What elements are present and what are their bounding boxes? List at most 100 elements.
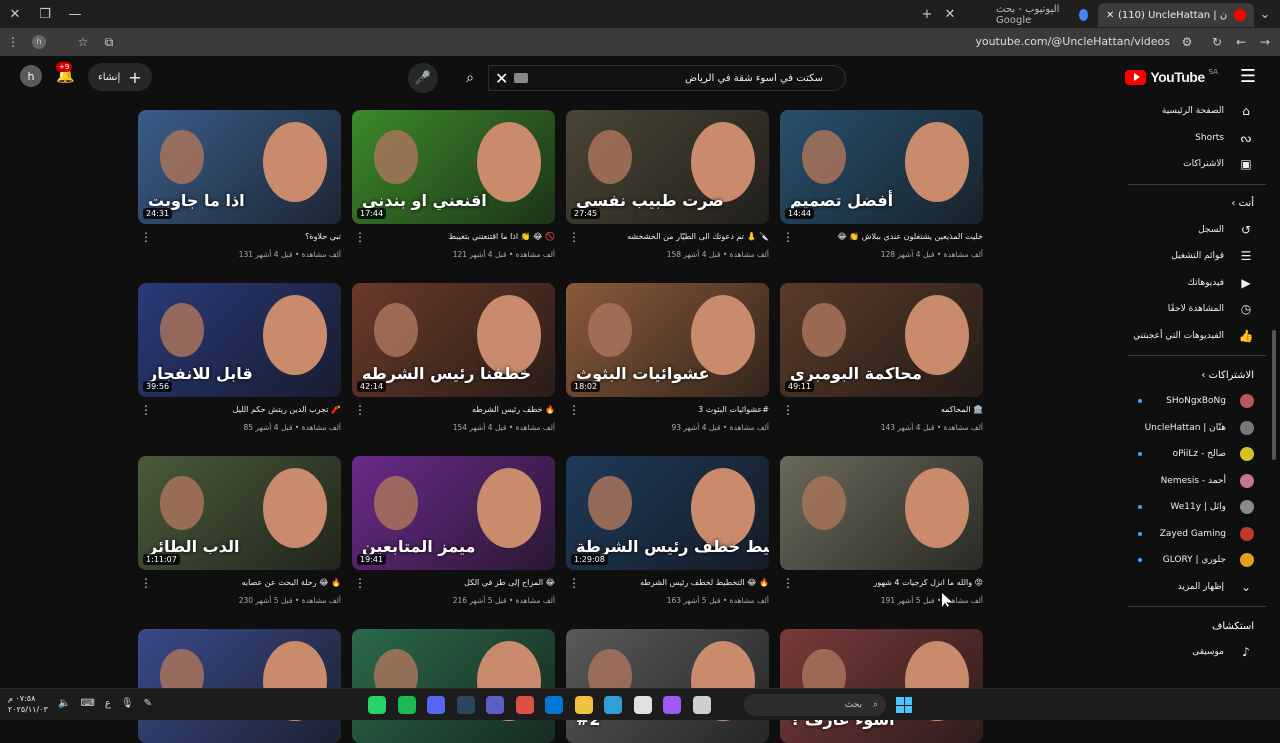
menu-dots-icon[interactable]: ⋮ — [0, 28, 26, 56]
video-thumbnail[interactable]: اقنعني او بندني 17:44 — [352, 110, 555, 224]
sidebar-item[interactable]: GLORY | جلوري — [1118, 547, 1280, 574]
site-settings-icon[interactable]: ⚙ — [1174, 28, 1200, 56]
sidebar-item[interactable]: الصفحة الرئيسية ⌂ — [1118, 98, 1280, 125]
video-thumbnail[interactable]: قابل للانفجار 39:56 — [138, 283, 341, 397]
sidebar-item[interactable]: oPiiLz - صالح — [1118, 441, 1280, 468]
video-title[interactable]: تم دعوتك الى الطيّار من الخشخشه 👃 🔪 — [581, 232, 769, 241]
video-thumbnail[interactable] — [138, 629, 341, 743]
keyboard-icon[interactable] — [514, 73, 529, 83]
taskbar-search[interactable]: بحث ⌕ — [744, 694, 886, 716]
sidebar-item[interactable]: We11y | وائل — [1118, 494, 1280, 521]
video-title[interactable]: والله ما انزل كرجيات 4 شهور 😡 — [795, 578, 983, 587]
video-title[interactable]: المحاكمه 🏛️ — [795, 405, 983, 414]
more-options-icon[interactable]: ⋮ — [354, 231, 366, 243]
video-card[interactable]: #2 — [566, 629, 769, 743]
create-button[interactable]: إنشاء + — [88, 63, 152, 91]
outlook-icon[interactable] — [545, 696, 563, 714]
mic-icon[interactable]: 🎙 — [121, 698, 134, 709]
video-title[interactable]: رحلة البحث عن عصابه 😂 🔥 — [153, 578, 341, 587]
page-scrollbar[interactable] — [1272, 330, 1276, 460]
close-window-icon[interactable]: ✕ — [0, 0, 30, 28]
volume-icon[interactable]: 🔈 — [58, 698, 70, 709]
steam-icon[interactable] — [456, 696, 475, 714]
more-options-icon[interactable]: ⋮ — [782, 577, 794, 589]
sidebar-item[interactable]: قوائم التشغيل ☰ — [1118, 243, 1280, 270]
more-options-icon[interactable]: ⋮ — [568, 404, 580, 416]
close-tab-icon[interactable]: ✕ — [935, 0, 965, 28]
video-card[interactable]: عشوائيات البثوث 18:02 عشوائيات البثوث 3# 93… — [566, 283, 769, 432]
spotify-icon[interactable] — [397, 696, 416, 714]
sidebar-item[interactable]: Zayed Gaming — [1118, 521, 1280, 548]
edge-icon[interactable] — [604, 696, 622, 714]
whatsapp-icon[interactable] — [368, 696, 386, 714]
youtube-logo[interactable]: YouTube SA — [1125, 68, 1218, 85]
network-icon[interactable]: ⌨ — [80, 698, 94, 709]
forward-icon[interactable]: → — [1252, 28, 1278, 56]
chrome-icon[interactable] — [515, 696, 534, 714]
video-title[interactable]: تجرب الدين ريتش حكم الليل 🧨 — [153, 405, 341, 414]
bookmark-star-icon[interactable]: ☆ — [70, 28, 96, 56]
more-options-icon[interactable]: ⋮ — [140, 577, 152, 589]
extensions-icon[interactable]: ⧉ — [96, 28, 122, 56]
video-thumbnail[interactable]: الدب الطائر 1:11:07 — [138, 456, 341, 570]
hamburger-menu-icon[interactable]: ☰ — [1240, 66, 1256, 87]
sidebar-item[interactable]: إظهار المزيد ⌄ — [1118, 574, 1280, 601]
more-options-icon[interactable]: ⋮ — [140, 404, 152, 416]
video-card[interactable]: والله ما انزل كرجيات 4 شهور 😡 191 ألف مشا… — [780, 456, 983, 605]
video-thumbnail[interactable]: اذا ما جاوبت 24:31 — [138, 110, 341, 224]
sidebar-item[interactable]: فيديوهاتك ▶ — [1118, 270, 1280, 297]
close-tab-icon[interactable]: ✕ — [1106, 10, 1114, 21]
avatar[interactable]: h — [20, 65, 42, 87]
video-title[interactable]: تبي حلاوة؟ — [153, 232, 341, 241]
video-title[interactable]: التخطيط لخطف رئيس الشرطه 😂 🔥 — [581, 578, 769, 587]
profile-icon[interactable]: h — [26, 28, 52, 56]
taskbar-clock[interactable]: ٠٧:٥٨ م ٢٠٢٥/١١/٠٣ — [8, 693, 48, 715]
video-thumbnail[interactable]: #2 — [566, 629, 769, 743]
sidebar-item[interactable]: موسيقى ♪ — [1118, 639, 1280, 666]
video-title[interactable]: خطف رئيس الشرطه 🔥 — [367, 405, 555, 414]
store-icon[interactable] — [633, 696, 652, 714]
app-icon[interactable] — [692, 696, 711, 714]
sidebar-subscriptions-header[interactable]: ‹ الاشتراكات — [1118, 362, 1280, 388]
reload-icon[interactable]: ↻ — [1204, 28, 1230, 56]
teams-icon[interactable] — [486, 696, 504, 714]
video-card[interactable] — [138, 629, 341, 743]
minimize-window-icon[interactable]: — — [60, 0, 90, 28]
sidebar-item[interactable]: Nemesis - أحمد — [1118, 468, 1280, 495]
explorer-icon[interactable] — [574, 696, 593, 714]
back-icon[interactable]: ← — [1228, 28, 1254, 56]
search-button[interactable]: ⌕ — [452, 65, 488, 91]
video-card[interactable]: الدب الطائر 1:11:07 رحلة البحث عن عصابه 😂 … — [138, 456, 341, 605]
video-card[interactable]: تخطيط خطف رئيس الشرطة1:29:08 التخطيط لخطف… — [566, 456, 769, 605]
video-thumbnail[interactable]: تخطيط خطف رئيس الشرطة1:29:08 — [566, 456, 769, 570]
video-thumbnail[interactable]: محاكمة البومبري 49:11 — [780, 283, 983, 397]
tab-search-icon[interactable]: ⌄ — [1250, 0, 1280, 28]
url-field[interactable]: youtube.com/@UncleHattan/videos — [975, 28, 1170, 56]
language-indicator[interactable]: ع — [105, 698, 111, 709]
video-title[interactable]: اذا ما اقتنعتني بتغيبط 👏 😂 🚫 — [367, 232, 555, 241]
video-card[interactable]: صرت طبيب نفسي 27:45 تم دعوتك الى الطيّار م… — [566, 110, 769, 259]
video-thumbnail[interactable]: صرت طبيب نفسي 27:45 — [566, 110, 769, 224]
video-card[interactable]: قابل للانفجار 39:56 تجرب الدين ريتش حكم ال… — [138, 283, 341, 432]
sidebar-item[interactable]: الفيديوهات التي أعجبتني 👍 — [1118, 323, 1280, 350]
video-thumbnail[interactable] — [780, 456, 983, 570]
windows-start-icon[interactable] — [896, 697, 912, 713]
more-options-icon[interactable]: ⋮ — [354, 404, 366, 416]
restore-window-icon[interactable]: ❐ — [30, 0, 60, 28]
sidebar-item[interactable]: المشاهدة لاحقًا ◷ — [1118, 296, 1280, 323]
more-options-icon[interactable]: ⋮ — [568, 231, 580, 243]
video-card[interactable]: ميمز المتابعين 19:41 المزاح إلى طز في الكل… — [352, 456, 555, 605]
sidebar-item[interactable]: SHoNgxBoNg — [1118, 388, 1280, 415]
video-title[interactable]: عشوائيات البثوث 3# — [581, 405, 769, 414]
search-input[interactable]: ✕ سكتت في اسوء شقة في الرياض — [488, 65, 846, 91]
video-thumbnail[interactable]: خطفنا رئيس الشرطه 42:14 — [352, 283, 555, 397]
more-options-icon[interactable]: ⋮ — [782, 404, 794, 416]
notifications-bell-icon[interactable]: 🔔 +9 — [56, 62, 75, 84]
more-options-icon[interactable]: ⋮ — [140, 231, 152, 243]
discord-icon[interactable] — [427, 696, 445, 714]
tab-google-search[interactable]: اليوتيوب - بحث Google — [988, 3, 1096, 27]
video-thumbnail[interactable]: أسوء عارف ؟ — [780, 629, 983, 743]
video-card[interactable]: اقنعني او بندني 17:44 اذا ما اقتنعتني بتغي… — [352, 110, 555, 259]
video-card[interactable]: خطفنا رئيس الشرطه 42:14 خطف رئيس الشرطه 🔥 1… — [352, 283, 555, 432]
sidebar-item[interactable]: السجل ↺ — [1118, 217, 1280, 244]
